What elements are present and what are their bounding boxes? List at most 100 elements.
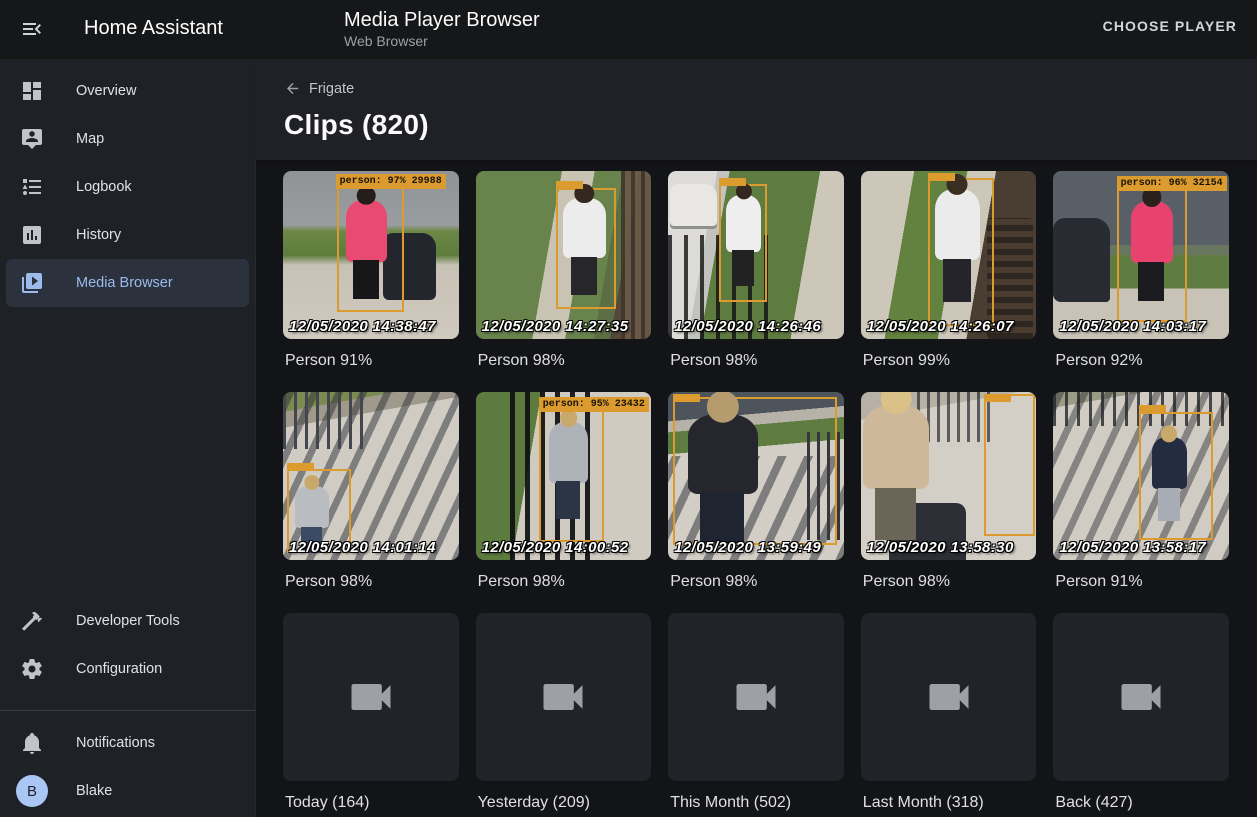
sidebar-item-label: Overview (76, 83, 136, 99)
clip-item[interactable]: 12/05/2020 13:58:17 Person 91% (1053, 392, 1229, 591)
clip-label: Person 91% (285, 351, 457, 370)
clip-item[interactable]: 12/05/2020 14:26:46Person 98% (668, 171, 844, 370)
breadcrumb-label: Frigate (309, 81, 354, 97)
menu-open-icon (20, 17, 44, 41)
sidebar-item-media-browser[interactable]: Media Browser (6, 259, 249, 307)
video-camera-icon (537, 671, 589, 723)
folder-thumbnail[interactable] (861, 613, 1037, 781)
sidebar-item-map[interactable]: Map (6, 115, 249, 163)
media-browser-icon (20, 271, 44, 295)
map-icon (20, 127, 44, 151)
folder-label: Today (164) (285, 793, 457, 812)
clip-thumbnail[interactable]: 12/05/2020 14:27:35 (476, 171, 652, 339)
clip-timestamp-overlay: 12/05/2020 14:26:07 (867, 318, 1014, 335)
clip-label: Person 91% (1055, 572, 1227, 591)
detection-bounding-box (984, 394, 1035, 537)
folder-item[interactable]: This Month (502) (668, 613, 844, 812)
media-grid: person: 97% 29988 12/05/2020 14:38:47 Pers… (256, 160, 1257, 812)
clip-item[interactable]: 12/05/2020 14:27:35 Person 98% (476, 171, 652, 370)
clip-timestamp-overlay: 12/05/2020 14:27:35 (482, 318, 629, 335)
sidebar-item-notifications[interactable]: Notifications (6, 719, 249, 767)
video-camera-icon (1115, 671, 1167, 723)
sidebar-item-developer-tools[interactable]: Developer Tools (6, 597, 249, 645)
history-icon (20, 223, 44, 247)
person-figure (346, 200, 386, 262)
sidebar-item-overview[interactable]: Overview (6, 67, 249, 115)
clip-thumbnail[interactable]: person: 97% 29988 12/05/2020 14:38:47 (283, 171, 459, 339)
clip-thumbnail[interactable]: 12/05/2020 14:26:46 (668, 171, 844, 339)
clip-thumbnail[interactable]: 12/05/2020 14:01:14 (283, 392, 459, 560)
clip-timestamp-overlay: 12/05/2020 14:38:47 (289, 318, 436, 335)
clip-item[interactable]: 12/05/2020 13:59:49Person 98% (668, 392, 844, 591)
detection-label-chip (719, 178, 746, 186)
sidebar-item-label: History (76, 227, 121, 243)
sidebar-item-user[interactable]: B Blake (6, 767, 249, 815)
choose-player-button[interactable]: CHOOSE PLAYER (1103, 18, 1237, 34)
detection-label-chip (1139, 405, 1166, 413)
clip-thumbnail[interactable]: 12/05/2020 13:58:30 (861, 392, 1037, 560)
clip-thumbnail[interactable]: person: 95% 2343212/05/2020 14:00:52 (476, 392, 652, 560)
detection-label-chip (984, 394, 1011, 402)
folder-thumbnail[interactable] (668, 613, 844, 781)
page-header-title: Media Player Browser (344, 8, 540, 32)
clip-timestamp-overlay: 12/05/2020 13:58:17 (1059, 539, 1206, 556)
detection-label-chip (673, 394, 700, 402)
folder-label: Back (427) (1055, 793, 1227, 812)
clip-item[interactable]: person: 96% 3215412/05/2020 14:03:17 Pers… (1053, 171, 1229, 370)
clip-label: Person 92% (1055, 351, 1227, 370)
configuration-icon (20, 657, 44, 681)
detection-label-chip: person: 96% 32154 (1117, 176, 1227, 191)
detection-label-chip (556, 181, 583, 189)
sidebar-footer-list: Developer Tools Configuration (0, 597, 255, 693)
sidebar-item-configuration[interactable]: Configuration (6, 645, 249, 693)
folder-item[interactable]: Yesterday (209) (476, 613, 652, 812)
video-camera-icon (730, 671, 782, 723)
clip-item[interactable]: person: 95% 2343212/05/2020 14:00:52 Pers… (476, 392, 652, 591)
folder-label: Yesterday (209) (478, 793, 650, 812)
clip-item[interactable]: 12/05/2020 14:01:14Person 98% (283, 392, 459, 591)
developer-tools-icon (20, 609, 44, 633)
content-header: Frigate Clips (820) (256, 60, 1257, 160)
person-figure (1152, 437, 1187, 489)
sidebar-toggle-button[interactable] (18, 16, 46, 44)
folder-thumbnail[interactable] (1053, 613, 1229, 781)
video-camera-icon (923, 671, 975, 723)
clip-item[interactable]: person: 97% 29988 12/05/2020 14:38:47 Pers… (283, 171, 459, 370)
clip-thumbnail[interactable]: 12/05/2020 13:58:17 (1053, 392, 1229, 560)
clip-timestamp-overlay: 12/05/2020 14:26:46 (674, 318, 821, 335)
folder-label: Last Month (318) (863, 793, 1035, 812)
sidebar-divider (0, 710, 255, 711)
clip-timestamp-overlay: 12/05/2020 14:01:14 (289, 539, 436, 556)
clip-thumbnail[interactable]: 12/05/2020 14:26:07 (861, 171, 1037, 339)
sidebar-item-label: Developer Tools (76, 613, 180, 629)
breadcrumb-back-frigate[interactable]: Frigate (284, 80, 354, 97)
sidebar-item-label: Logbook (76, 179, 132, 195)
detection-label-chip: person: 97% 29988 (336, 174, 446, 189)
clip-item[interactable]: 12/05/2020 13:58:30Person 98% (861, 392, 1037, 591)
person-figure (726, 195, 761, 252)
folder-thumbnail[interactable] (476, 613, 652, 781)
notifications-label: Notifications (76, 735, 155, 751)
clip-item[interactable]: 12/05/2020 14:26:07Person 99% (861, 171, 1037, 370)
clip-label: Person 98% (478, 572, 650, 591)
clip-thumbnail[interactable]: person: 96% 3215412/05/2020 14:03:17 (1053, 171, 1229, 339)
clip-timestamp-overlay: 12/05/2020 14:00:52 (482, 539, 629, 556)
sidebar: Overview Map Logbook History Media Browser D… (0, 60, 256, 817)
bell-icon (20, 731, 44, 755)
folder-item[interactable]: Back (427) (1053, 613, 1229, 812)
dashboard-icon (20, 79, 44, 103)
sidebar-item-logbook[interactable]: Logbook (6, 163, 249, 211)
folder-item[interactable]: Last Month (318) (861, 613, 1037, 812)
folder-item[interactable]: Today (164) (283, 613, 459, 812)
sidebar-item-label: Configuration (76, 661, 162, 677)
person-figure (935, 189, 981, 260)
folder-thumbnail[interactable] (283, 613, 459, 781)
media-browser-header: Media Player Browser Web Browser (344, 8, 540, 51)
person-figure (295, 486, 328, 528)
clip-label: Person 98% (478, 351, 650, 370)
sidebar-item-history[interactable]: History (6, 211, 249, 259)
detection-label-chip (287, 463, 314, 471)
user-name: Blake (76, 783, 112, 799)
main-content: Frigate Clips (820) person: 97% 29988 12/… (256, 60, 1257, 817)
clip-thumbnail[interactable]: 12/05/2020 13:59:49 (668, 392, 844, 560)
